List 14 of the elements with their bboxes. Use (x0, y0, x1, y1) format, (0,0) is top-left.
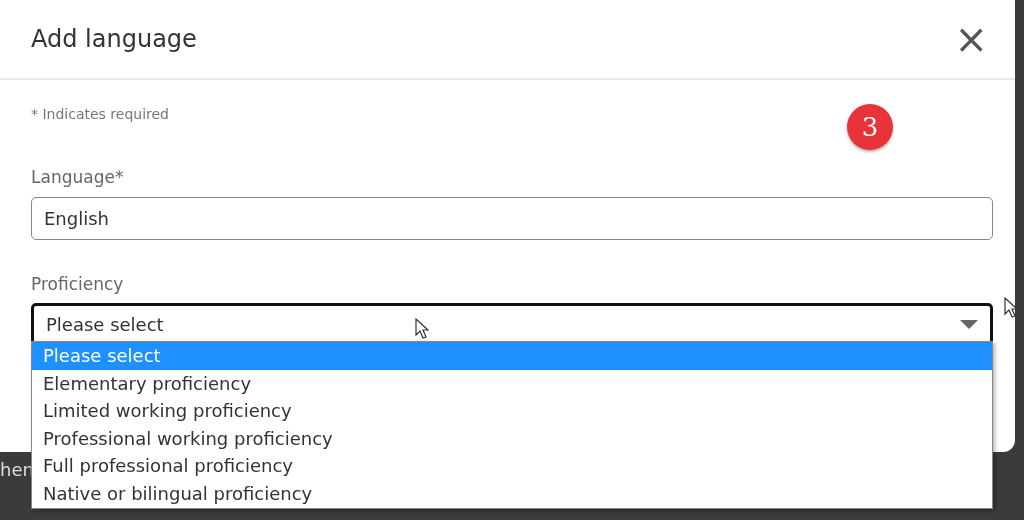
dropdown-option[interactable]: Limited working proficiency (32, 397, 992, 425)
step-number-badge: 3 (847, 104, 893, 150)
field-label: Proficiency (31, 272, 125, 296)
field-label: Language* (31, 166, 125, 189)
caret-icon (960, 320, 978, 329)
input-field[interactable]: English (31, 196, 993, 240)
dropdown-option[interactable]: Native or bilingual proficiency (32, 479, 992, 508)
dropdown-option[interactable]: Elementary proficiency (32, 369, 992, 398)
dropdown-option[interactable]: Professional working proficiency (32, 424, 992, 453)
required-note: * Indicates required (31, 105, 170, 124)
cursor-icon (415, 318, 429, 340)
close-button[interactable]: × (950, 19, 992, 59)
dialog-title: Add language (31, 24, 197, 54)
dropdown-option[interactable]: Full professional proficiency (32, 452, 992, 480)
